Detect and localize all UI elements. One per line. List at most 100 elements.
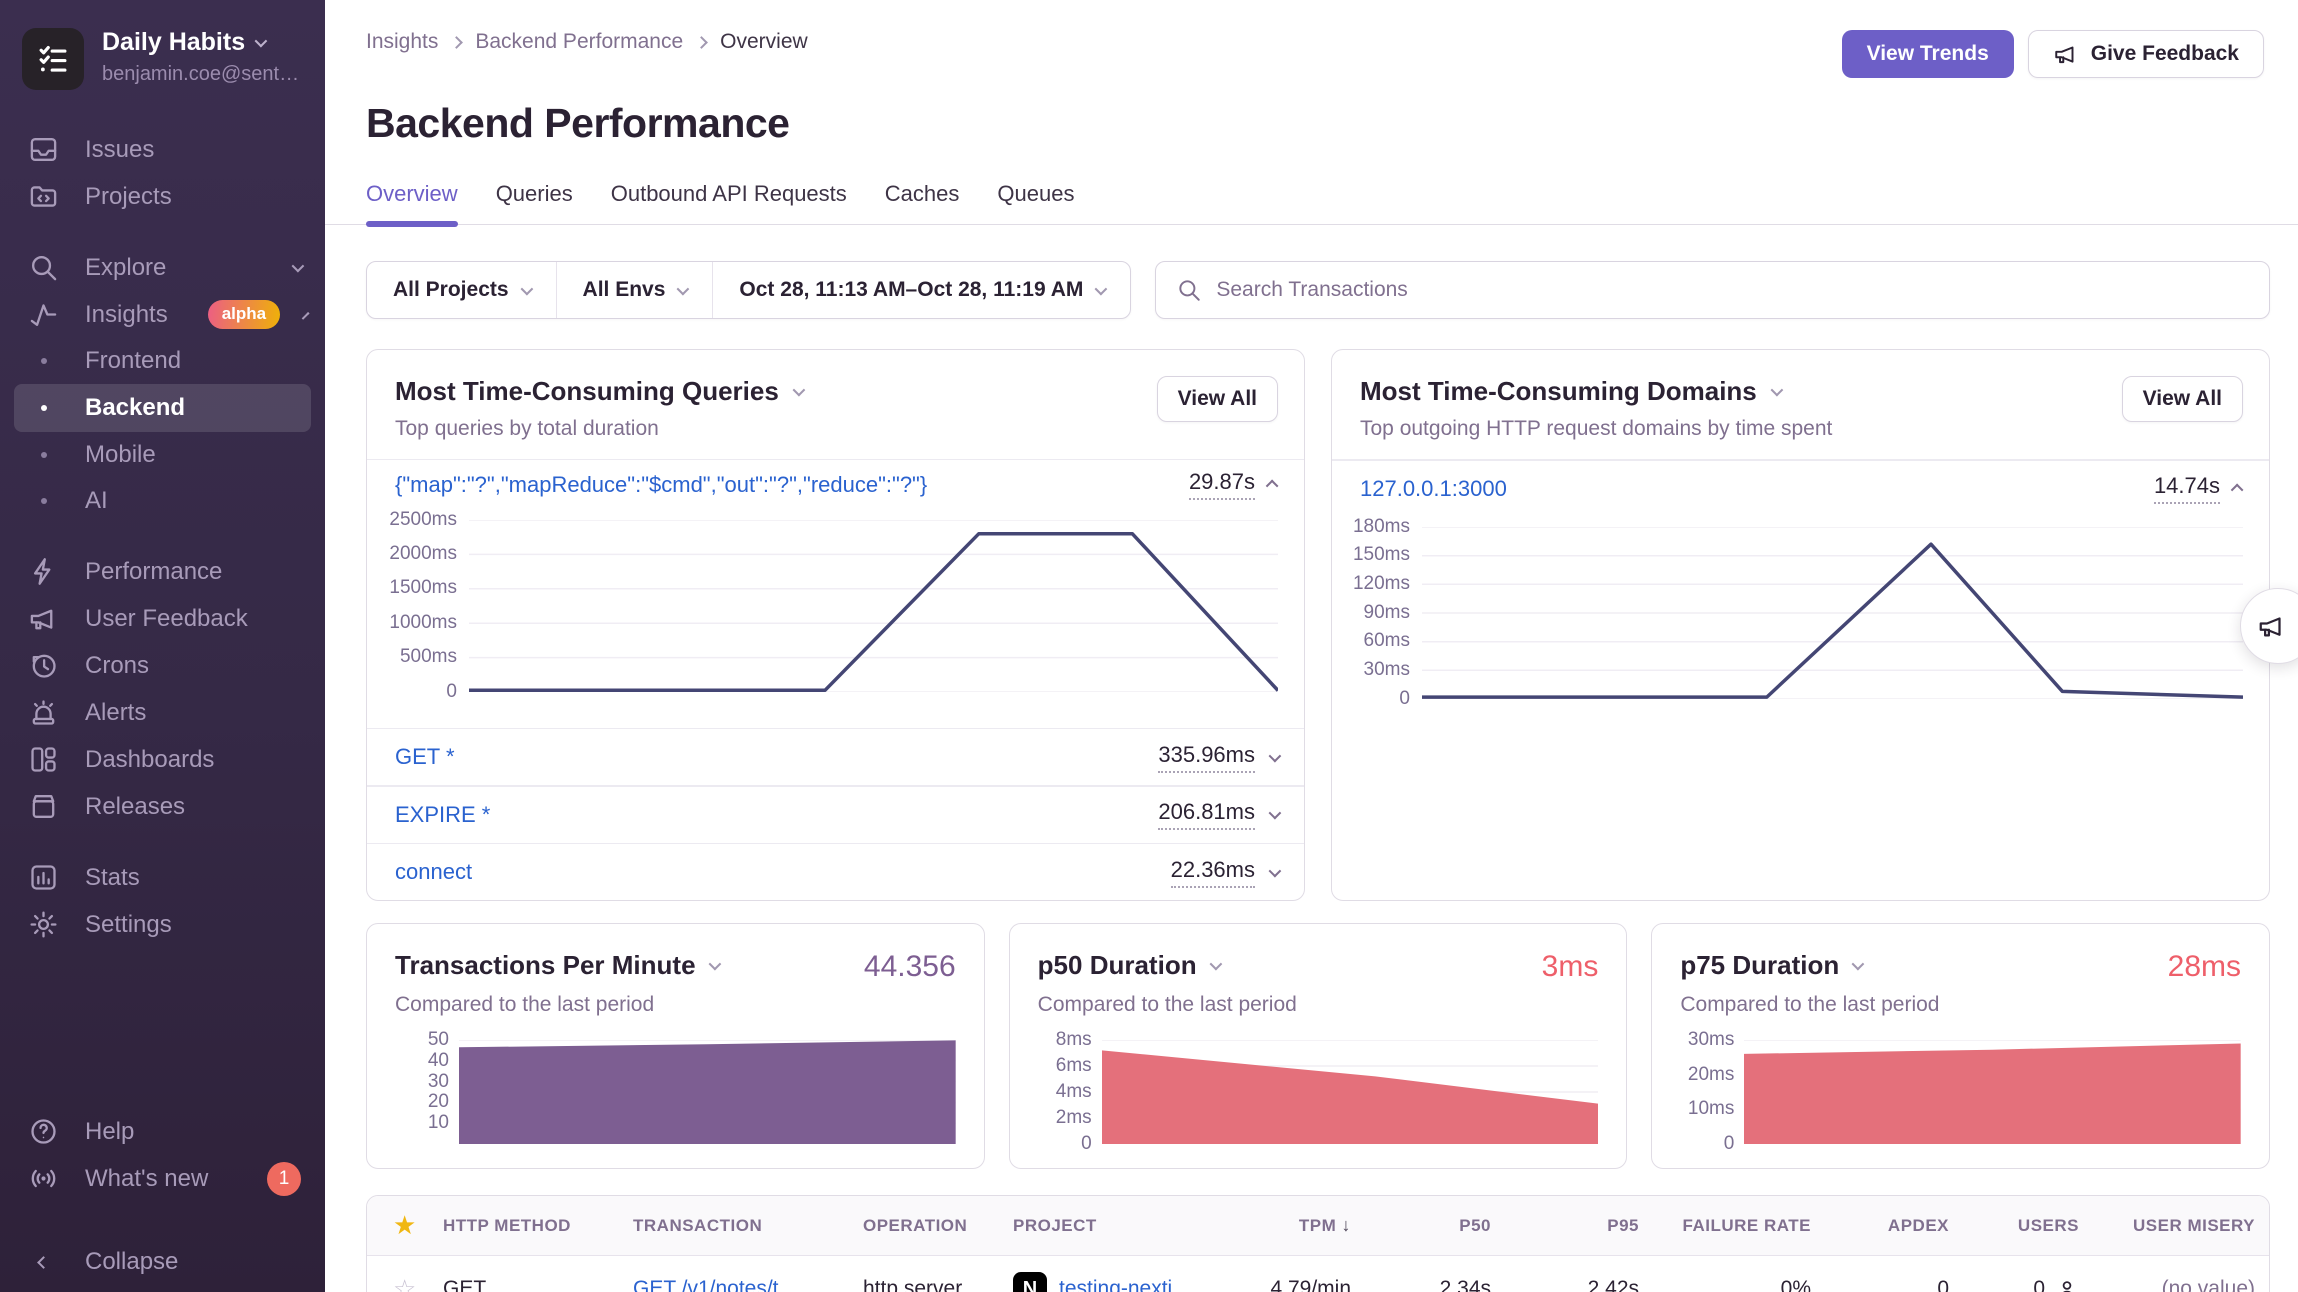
sidebar-item-user-feedback[interactable]: User Feedback xyxy=(0,595,325,642)
sidebar-item-ai[interactable]: AI xyxy=(0,478,325,524)
p75-card: p75 Duration 28ms Compared to the last p… xyxy=(1651,923,2270,1169)
give-feedback-button[interactable]: Give Feedback xyxy=(2028,30,2264,78)
star-filled-icon[interactable]: ★ xyxy=(393,1210,443,1241)
col-p95: P95 xyxy=(1491,1216,1639,1236)
y-axis-tick: 0 xyxy=(446,681,457,703)
domains-view-all-button[interactable]: View All xyxy=(2122,376,2243,422)
view-trends-button[interactable]: View Trends xyxy=(1842,30,2014,78)
query-link[interactable]: GET * xyxy=(395,744,455,770)
chevron-down-icon[interactable] xyxy=(1209,958,1222,971)
sidebar-collapse-button[interactable]: Collapse xyxy=(0,1232,325,1292)
tab-queries[interactable]: Queries xyxy=(496,181,573,224)
folder-code-icon xyxy=(28,181,59,212)
chevron-down-icon xyxy=(292,260,305,273)
breadcrumb-insights[interactable]: Insights xyxy=(366,30,438,54)
query-link[interactable]: {"map":"?","mapReduce":"$cmd","out":"?",… xyxy=(395,472,927,498)
p50-subtitle: Compared to the last period xyxy=(1038,993,1599,1017)
org-name: Daily Habits xyxy=(102,28,245,57)
cell-tpm: 4.79/min xyxy=(1253,1277,1351,1292)
org-switcher[interactable]: Daily Habits benjamin.coe@sent… xyxy=(0,28,325,90)
bullet-icon xyxy=(41,405,47,411)
chevron-down-icon xyxy=(1269,864,1282,877)
sidebar-item-dashboards[interactable]: Dashboards xyxy=(0,736,325,783)
tab-overview[interactable]: Overview xyxy=(366,181,458,224)
tab-queues[interactable]: Queues xyxy=(997,181,1074,224)
chevron-down-icon[interactable] xyxy=(792,384,805,397)
chevron-down-icon[interactable] xyxy=(1852,958,1865,971)
sidebar-item-insights[interactable]: Insights alpha xyxy=(0,291,325,338)
megaphone-icon xyxy=(28,603,59,634)
domain-link[interactable]: 127.0.0.1:3000 xyxy=(1360,476,1507,502)
search-transactions-input[interactable] xyxy=(1216,278,2249,302)
sidebar-item-mobile[interactable]: Mobile xyxy=(0,432,325,478)
project-filter[interactable]: All Projects xyxy=(367,262,557,318)
queries-view-all-button[interactable]: View All xyxy=(1157,376,1278,422)
y-axis-tick: 150ms xyxy=(1353,544,1410,566)
y-axis-tick: 30 xyxy=(428,1071,449,1093)
y-axis-tick: 40 xyxy=(428,1050,449,1072)
sidebar-item-stats[interactable]: Stats xyxy=(0,854,325,901)
queries-trend-chart[interactable] xyxy=(469,520,1278,692)
sidebar-item-explore[interactable]: Explore xyxy=(0,244,325,291)
sidebar-item-frontend[interactable]: Frontend xyxy=(0,338,325,384)
y-axis-tick: 60ms xyxy=(1364,630,1410,652)
sidebar-item-backend[interactable]: Backend xyxy=(14,384,311,432)
query-link[interactable]: EXPIRE * xyxy=(395,802,490,828)
breadcrumb: Insights Backend Performance Overview xyxy=(366,30,808,54)
sidebar-item-releases[interactable]: Releases xyxy=(0,783,325,830)
cell-transaction-link[interactable]: GET /v1/notes/t… xyxy=(633,1277,863,1292)
chevron-down-icon[interactable] xyxy=(1770,384,1783,397)
sidebar-item-alerts[interactable]: Alerts xyxy=(0,689,325,736)
query-duration-toggle[interactable]: 206.81ms xyxy=(1158,799,1278,830)
org-email: benjamin.coe@sent… xyxy=(102,63,299,86)
sidebar-item-settings[interactable]: Settings xyxy=(0,901,325,948)
sidebar-item-help[interactable]: Help xyxy=(0,1108,325,1155)
domains-trend-chart[interactable] xyxy=(1422,527,2243,699)
tab-caches[interactable]: Caches xyxy=(885,181,960,224)
environment-filter[interactable]: All Envs xyxy=(557,262,714,318)
sidebar-item-crons[interactable]: Crons xyxy=(0,642,325,689)
star-outline-icon[interactable]: ☆ xyxy=(393,1274,443,1292)
p75-card-title: p75 Duration xyxy=(1680,950,1839,981)
chevron-down-icon xyxy=(1269,807,1282,820)
bullet-icon xyxy=(41,498,47,504)
chevron-down-icon xyxy=(677,282,690,295)
cell-failure-rate: 0% xyxy=(1639,1277,1811,1292)
person-icon xyxy=(2055,1277,2079,1292)
p50-chart-yaxis: 8ms6ms4ms2ms0 xyxy=(1038,1040,1102,1144)
domain-duration-toggle[interactable]: 14.74s xyxy=(2154,473,2243,504)
y-axis-tick: 90ms xyxy=(1364,602,1410,624)
cell-method: GET xyxy=(443,1277,633,1292)
archive-box-icon xyxy=(28,791,59,822)
cell-project-link[interactable]: testing-nextj… xyxy=(1059,1277,1193,1292)
bar-chart-icon xyxy=(28,862,59,893)
breadcrumb-backend-performance[interactable]: Backend Performance xyxy=(475,30,683,54)
query-duration-toggle[interactable]: 29.87s xyxy=(1189,469,1278,500)
chevron-up-icon xyxy=(2231,484,2244,497)
chevron-up-icon xyxy=(302,312,310,320)
query-duration-toggle[interactable]: 335.96ms xyxy=(1158,742,1278,773)
chevron-down-icon[interactable] xyxy=(708,958,721,971)
p75-value: 28ms xyxy=(2168,950,2241,984)
cell-apdex: 0 xyxy=(1811,1277,1949,1292)
sidebar-item-performance[interactable]: Performance xyxy=(0,548,325,595)
query-link[interactable]: connect xyxy=(395,859,472,885)
query-duration-toggle[interactable]: 22.36ms xyxy=(1171,857,1278,888)
query-row: EXPIRE * 206.81ms xyxy=(367,787,1304,843)
clock-history-icon xyxy=(28,650,59,681)
sidebar-item-issues[interactable]: Issues xyxy=(0,126,325,173)
col-tpm-sort[interactable]: TPM ↓ xyxy=(1253,1215,1351,1236)
checklist-icon xyxy=(34,40,72,78)
sidebar-item-whats-new[interactable]: What's new 1 xyxy=(0,1155,325,1202)
page-title: Backend Performance xyxy=(325,78,2298,147)
domains-card-subtitle: Top outgoing HTTP request domains by tim… xyxy=(1360,417,1832,441)
y-axis-tick: 10 xyxy=(428,1112,449,1134)
sidebar-item-projects[interactable]: Projects xyxy=(0,173,325,220)
date-range-filter[interactable]: Oct 28, 11:13 AM–Oct 28, 11:19 AM xyxy=(713,262,1130,318)
tab-outbound-api-requests[interactable]: Outbound API Requests xyxy=(611,181,847,224)
tpm-card-title: Transactions Per Minute xyxy=(395,950,696,981)
chevron-down-icon xyxy=(255,35,268,48)
y-axis-tick: 0 xyxy=(1081,1133,1092,1155)
tpm-value: 44.356 xyxy=(864,950,956,984)
y-axis-tick: 0 xyxy=(1399,688,1410,710)
